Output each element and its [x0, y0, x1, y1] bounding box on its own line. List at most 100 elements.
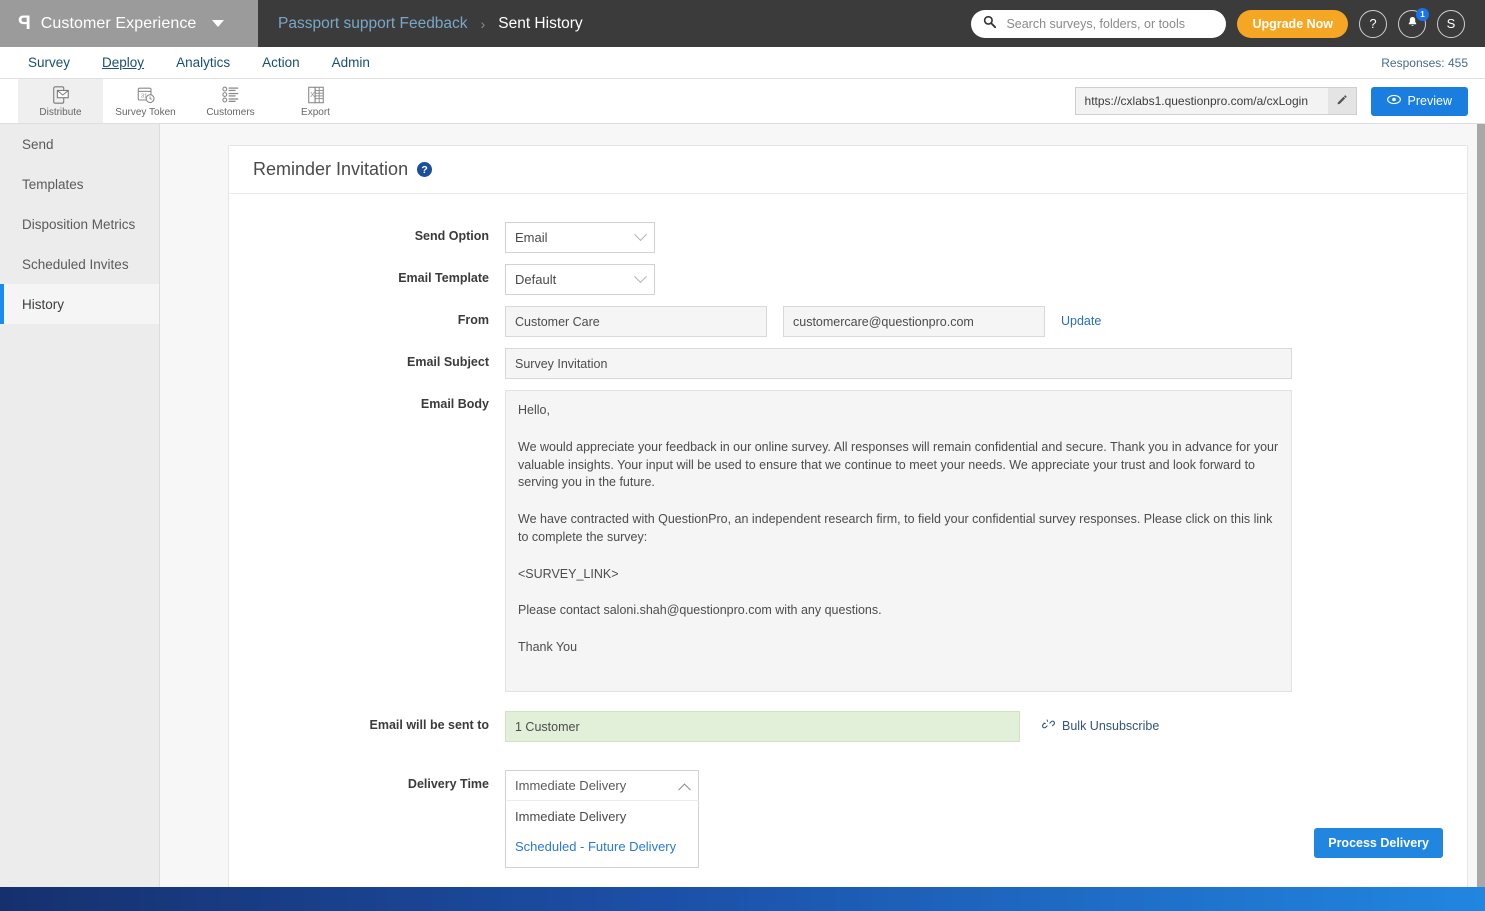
nav-item-deploy[interactable]: Deploy [88, 51, 158, 74]
sidebar-item-templates[interactable]: Templates [0, 164, 159, 204]
email-template-value: Default [515, 272, 557, 287]
notifications-button[interactable]: 1 [1398, 7, 1429, 38]
help-icon[interactable]: ? [417, 162, 433, 177]
breadcrumb-survey-link[interactable]: Passport support Feedback [278, 15, 468, 33]
questionpro-logo-icon: P [18, 13, 31, 34]
sidebar-item-send[interactable]: Send [0, 124, 159, 164]
main-nav: Survey Deploy Analytics Action Admin Res… [0, 47, 1485, 79]
excel-export-icon: X [306, 85, 326, 105]
send-option-label: Send Option [414, 229, 489, 243]
row-email-body: Email Body Hello, We would appreciate yo… [229, 390, 1467, 692]
bulk-unsubscribe-label: Bulk Unsubscribe [1062, 719, 1160, 733]
survey-url-field[interactable]: https://cxlabs1.questionpro.com/a/cxLogi… [1074, 87, 1357, 115]
tool-customers[interactable]: Customers [188, 79, 273, 123]
update-from-link[interactable]: Update [1061, 306, 1101, 328]
card-header: Reminder Invitation ? [229, 146, 1467, 194]
question-mark-icon: ? [1369, 16, 1377, 31]
delivery-time-label: Delivery Time [407, 777, 489, 791]
help-button[interactable]: ? [1359, 9, 1387, 38]
row-from: From Customer Care customercare@question… [229, 306, 1467, 337]
email-body-paragraph: We have contracted with QuestionPro, an … [518, 512, 1273, 544]
tool-export-label: Export [301, 106, 330, 118]
customers-list-icon [221, 85, 241, 105]
upgrade-now-button[interactable]: Upgrade Now [1237, 9, 1348, 38]
breadcrumb-separator-icon: › [480, 15, 486, 32]
broken-link-icon [1042, 718, 1055, 734]
search-icon [983, 15, 997, 33]
nav-item-admin[interactable]: Admin [318, 51, 384, 74]
bulk-unsubscribe-link[interactable]: Bulk Unsubscribe [1042, 711, 1159, 734]
vertical-scrollbar[interactable] [1477, 124, 1485, 887]
chevron-down-icon[interactable] [212, 20, 225, 27]
main-content: Reminder Invitation ? Send Option Email … [160, 124, 1477, 887]
tool-survey-token[interactable]: 31 Survey Token [103, 79, 188, 123]
row-send-option: Send Option Email [229, 222, 1467, 253]
email-subject-field[interactable]: Survey Invitation [505, 348, 1292, 379]
survey-url-value: https://cxlabs1.questionpro.com/a/cxLogi… [1084, 94, 1308, 108]
from-name-value: Customer Care [515, 314, 600, 329]
calendar-token-icon: 31 [136, 85, 156, 105]
sidebar-item-disposition-metrics[interactable]: Disposition Metrics [0, 204, 159, 244]
preview-button[interactable]: Preview [1370, 86, 1468, 116]
brand-zone[interactable]: P Customer Experience [0, 0, 258, 47]
deploy-sidebar: Send Templates Disposition Metrics Sched… [0, 124, 160, 887]
eye-icon [1386, 94, 1401, 108]
email-body-paragraph: <SURVEY_LINK> [518, 566, 619, 581]
responses-count: Responses: 455 [1381, 55, 1468, 70]
nav-item-action[interactable]: Action [248, 51, 314, 74]
tool-distribute-label: Distribute [39, 106, 82, 118]
sent-to-value: 1 Customer [515, 719, 580, 734]
svg-text:X: X [310, 89, 315, 98]
preview-label: Preview [1407, 94, 1452, 108]
row-email-template: Email Template Default [229, 264, 1467, 295]
process-delivery-button[interactable]: Process Delivery [1314, 828, 1443, 858]
search-box[interactable] [971, 9, 1227, 38]
delivery-time-selected-value: Immediate Delivery [515, 778, 627, 793]
footer-bar [0, 887, 1485, 911]
email-body-paragraph: Please contact saloni.shah@questionpro.c… [518, 603, 882, 618]
avatar[interactable]: S [1437, 9, 1465, 38]
tool-export[interactable]: X Export [273, 79, 358, 123]
distribute-icon [51, 85, 71, 105]
nav-item-analytics[interactable]: Analytics [162, 51, 244, 74]
brand-name: Customer Experience [40, 14, 197, 32]
search-input[interactable] [1004, 15, 1215, 32]
breadcrumb: Passport support Feedback › Sent History [258, 15, 583, 33]
email-body-paragraph: Hello, [518, 403, 550, 417]
delivery-time-option-immediate[interactable]: Immediate Delivery [506, 801, 698, 831]
top-header: P Customer Experience Passport support F… [0, 0, 1485, 47]
sent-to-field[interactable]: 1 Customer [505, 711, 1020, 742]
delivery-time-dropdown: Immediate Delivery Immediate Delivery Sc… [505, 770, 699, 868]
delivery-time-select[interactable]: Immediate Delivery [505, 770, 699, 801]
breadcrumb-current: Sent History [498, 14, 583, 32]
header-actions: Upgrade Now ? 1 S [971, 7, 1485, 38]
from-label: From [457, 313, 489, 327]
delivery-time-options-list: Immediate Delivery Scheduled - Future De… [505, 801, 699, 868]
sent-to-label: Email will be sent to [369, 718, 489, 732]
sidebar-item-history[interactable]: History [0, 284, 159, 324]
email-body-field[interactable]: Hello, We would appreciate your feedback… [505, 390, 1292, 692]
delivery-time-option-scheduled[interactable]: Scheduled - Future Delivery [506, 831, 698, 861]
email-body-paragraph: We would appreciate your feedback in our… [518, 439, 1279, 490]
row-email-will-be-sent-to: Email will be sent to 1 Customer Bulk Un… [229, 711, 1467, 742]
from-name-field[interactable]: Customer Care [505, 306, 767, 337]
reminder-invitation-card: Reminder Invitation ? Send Option Email … [228, 145, 1468, 887]
pencil-icon[interactable] [1327, 88, 1356, 114]
notification-badge: 1 [1416, 7, 1429, 21]
tool-distribute[interactable]: Distribute [18, 79, 103, 123]
send-option-select[interactable]: Email [505, 222, 655, 253]
send-option-value: Email [515, 230, 548, 245]
email-template-select[interactable]: Default [505, 264, 655, 295]
from-email-value: customercare@questionpro.com [793, 314, 974, 329]
email-template-label: Email Template [398, 271, 489, 285]
chevron-up-icon [678, 783, 691, 797]
row-delivery-time: Delivery Time Immediate Delivery Immedia… [229, 770, 1467, 868]
page-title: Reminder Invitation [253, 159, 409, 179]
reminder-invitation-form: Send Option Email Email Template Default… [229, 194, 1467, 868]
sidebar-item-scheduled-invites[interactable]: Scheduled Invites [0, 244, 159, 284]
from-email-field[interactable]: customercare@questionpro.com [783, 306, 1045, 337]
email-body-paragraph: Thank You [518, 640, 578, 654]
email-subject-value: Survey Invitation [515, 356, 608, 371]
row-email-subject: Email Subject Survey Invitation [229, 348, 1467, 379]
nav-item-survey[interactable]: Survey [14, 51, 84, 74]
